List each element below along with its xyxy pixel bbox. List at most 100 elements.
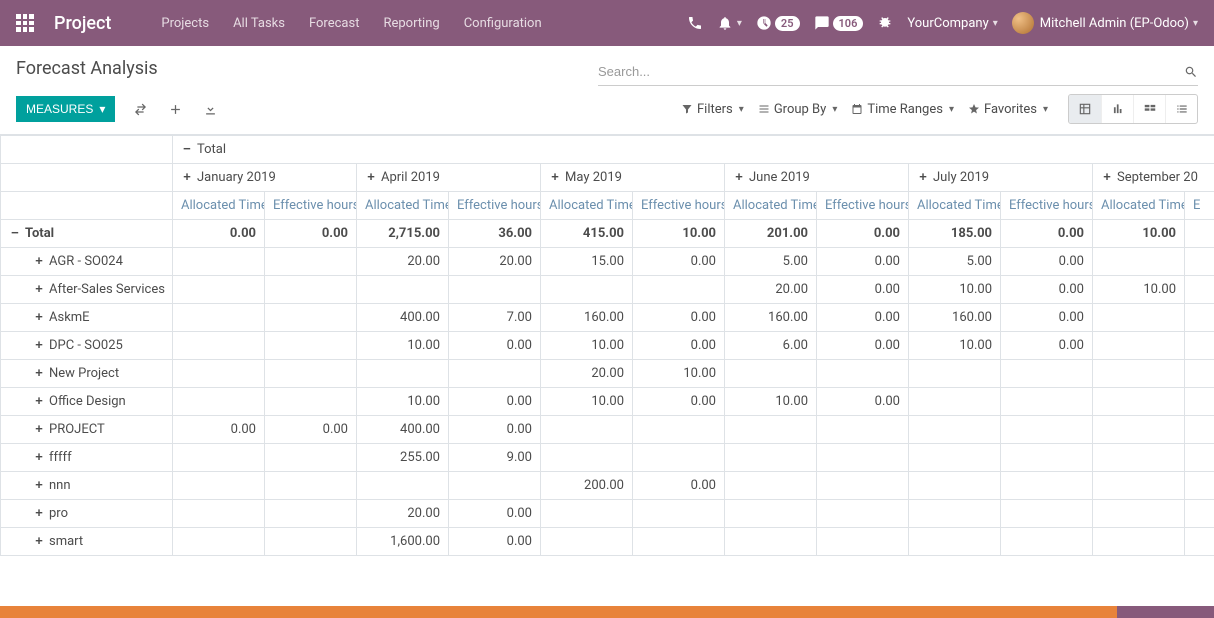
pivot-cell[interactable]: 0.00 (1001, 332, 1093, 360)
pivot-cell[interactable] (1001, 416, 1093, 444)
measures-button[interactable]: MEASURES▾ (16, 96, 115, 122)
pivot-cell[interactable]: 20.00 (449, 248, 541, 276)
pivot-cell[interactable] (1093, 528, 1185, 556)
pivot-cell[interactable]: 0.00 (633, 248, 725, 276)
pivot-cell[interactable]: 0.00 (173, 416, 265, 444)
pivot-cell[interactable] (909, 388, 1001, 416)
pivot-cell[interactable] (817, 416, 909, 444)
pivot-cell[interactable] (633, 528, 725, 556)
timeranges-menu[interactable]: Time Ranges▾ (851, 102, 954, 117)
pivot-cell[interactable]: 10.00 (541, 388, 633, 416)
pivot-cell[interactable] (1185, 276, 1214, 304)
pivot-cell[interactable]: 10.00 (909, 332, 1001, 360)
pivot-cell[interactable]: 0.00 (633, 472, 725, 500)
apps-menu-icon[interactable] (16, 14, 34, 32)
measure-header[interactable]: E (1185, 192, 1214, 220)
pivot-cell[interactable] (1185, 248, 1214, 276)
pivot-cell[interactable]: 20.00 (541, 360, 633, 388)
pivot-cell[interactable] (173, 500, 265, 528)
expand-icon[interactable]: + (33, 422, 45, 437)
pivot-cell[interactable] (817, 444, 909, 472)
pivot-cell[interactable] (1185, 472, 1214, 500)
pivot-cell[interactable] (1001, 360, 1093, 388)
collapse-icon[interactable]: − (181, 142, 193, 157)
pivot-cell[interactable] (633, 500, 725, 528)
pivot-cell[interactable]: 0.00 (1001, 248, 1093, 276)
measure-header[interactable]: Effective hours (817, 192, 909, 220)
expand-icon[interactable]: + (33, 254, 45, 269)
pivot-row-header[interactable]: +AskmE (1, 304, 173, 332)
user-menu[interactable]: Mitchell Admin (EP-Odoo)▾ (1012, 12, 1198, 34)
pivot-cell[interactable]: 0.00 (633, 304, 725, 332)
pivot-cell[interactable] (265, 444, 357, 472)
pivot-cell[interactable] (173, 332, 265, 360)
expand-icon[interactable]: + (33, 338, 45, 353)
pivot-cell[interactable] (1185, 220, 1214, 248)
pivot-cell[interactable] (633, 416, 725, 444)
pivot-cell[interactable]: 6.00 (725, 332, 817, 360)
pivot-cell[interactable]: 0.00 (633, 388, 725, 416)
pivot-cell[interactable]: 0.00 (449, 388, 541, 416)
nav-reporting[interactable]: Reporting (373, 10, 449, 37)
pivot-cell[interactable]: 0.00 (817, 248, 909, 276)
pivot-cell[interactable] (449, 472, 541, 500)
pivot-cell[interactable] (1185, 444, 1214, 472)
pivot-cell[interactable]: 10.00 (1093, 220, 1185, 248)
pivot-cell[interactable]: 20.00 (357, 500, 449, 528)
expand-icon[interactable]: + (33, 366, 45, 381)
pivot-cell[interactable]: 0.00 (633, 332, 725, 360)
expand-icon[interactable]: + (549, 170, 561, 185)
pivot-cell[interactable]: 400.00 (357, 416, 449, 444)
pivot-row-header[interactable]: +After-Sales Services (1, 276, 173, 304)
pivot-cell[interactable]: 0.00 (817, 304, 909, 332)
nav-projects[interactable]: Projects (151, 10, 219, 37)
measure-header[interactable]: Allocated Time (909, 192, 1001, 220)
pivot-cell[interactable]: 0.00 (449, 528, 541, 556)
expand-icon[interactable]: + (1101, 170, 1113, 185)
pivot-cell[interactable]: 0.00 (817, 388, 909, 416)
pivot-cell[interactable] (725, 360, 817, 388)
pivot-col-month[interactable]: +July 2019 (909, 164, 1093, 192)
filters-menu[interactable]: Filters▾ (681, 102, 744, 117)
pivot-cell[interactable]: 415.00 (541, 220, 633, 248)
pivot-cell[interactable]: 0.00 (817, 276, 909, 304)
pivot-cell[interactable]: 10.00 (1093, 276, 1185, 304)
pivot-cell[interactable] (633, 444, 725, 472)
view-pivot[interactable] (1069, 95, 1101, 123)
pivot-cell[interactable]: 160.00 (725, 304, 817, 332)
pivot-cell[interactable] (173, 528, 265, 556)
pivot-cell[interactable]: 10.00 (541, 332, 633, 360)
pivot-cell[interactable] (1185, 360, 1214, 388)
pivot-cell[interactable] (725, 444, 817, 472)
pivot-cell[interactable] (909, 472, 1001, 500)
pivot-cell[interactable] (449, 276, 541, 304)
view-list[interactable] (1165, 95, 1197, 123)
search-icon[interactable] (1184, 65, 1198, 79)
pivot-cell[interactable] (1093, 472, 1185, 500)
search-input[interactable] (598, 62, 1184, 81)
pivot-cell[interactable]: 5.00 (725, 248, 817, 276)
measure-header[interactable]: Allocated Time (173, 192, 265, 220)
pivot-cell[interactable] (909, 416, 1001, 444)
pivot-cell[interactable]: 0.00 (817, 220, 909, 248)
app-brand[interactable]: Project (54, 13, 111, 34)
groupby-menu[interactable]: Group By▾ (758, 102, 838, 117)
pivot-cell[interactable] (357, 276, 449, 304)
pivot-cell[interactable] (633, 276, 725, 304)
pivot-cell[interactable]: 0.00 (449, 416, 541, 444)
expand-icon[interactable]: + (33, 310, 45, 325)
pivot-cell[interactable] (541, 276, 633, 304)
pivot-row-header[interactable]: +pro (1, 500, 173, 528)
pivot-cell[interactable]: 10.00 (633, 220, 725, 248)
pivot-cell[interactable] (1001, 472, 1093, 500)
expand-icon[interactable]: + (33, 478, 45, 493)
pivot-row-header[interactable]: +PROJECT (1, 416, 173, 444)
measure-header[interactable]: Effective hours (265, 192, 357, 220)
pivot-cell[interactable] (1185, 500, 1214, 528)
pivot-cell[interactable] (817, 472, 909, 500)
pivot-table-container[interactable]: −Total +January 2019 +April 2019 +May 20… (0, 135, 1214, 556)
pivot-cell[interactable] (817, 528, 909, 556)
pivot-cell[interactable] (725, 416, 817, 444)
pivot-cell[interactable] (541, 500, 633, 528)
pivot-cell[interactable]: 201.00 (725, 220, 817, 248)
